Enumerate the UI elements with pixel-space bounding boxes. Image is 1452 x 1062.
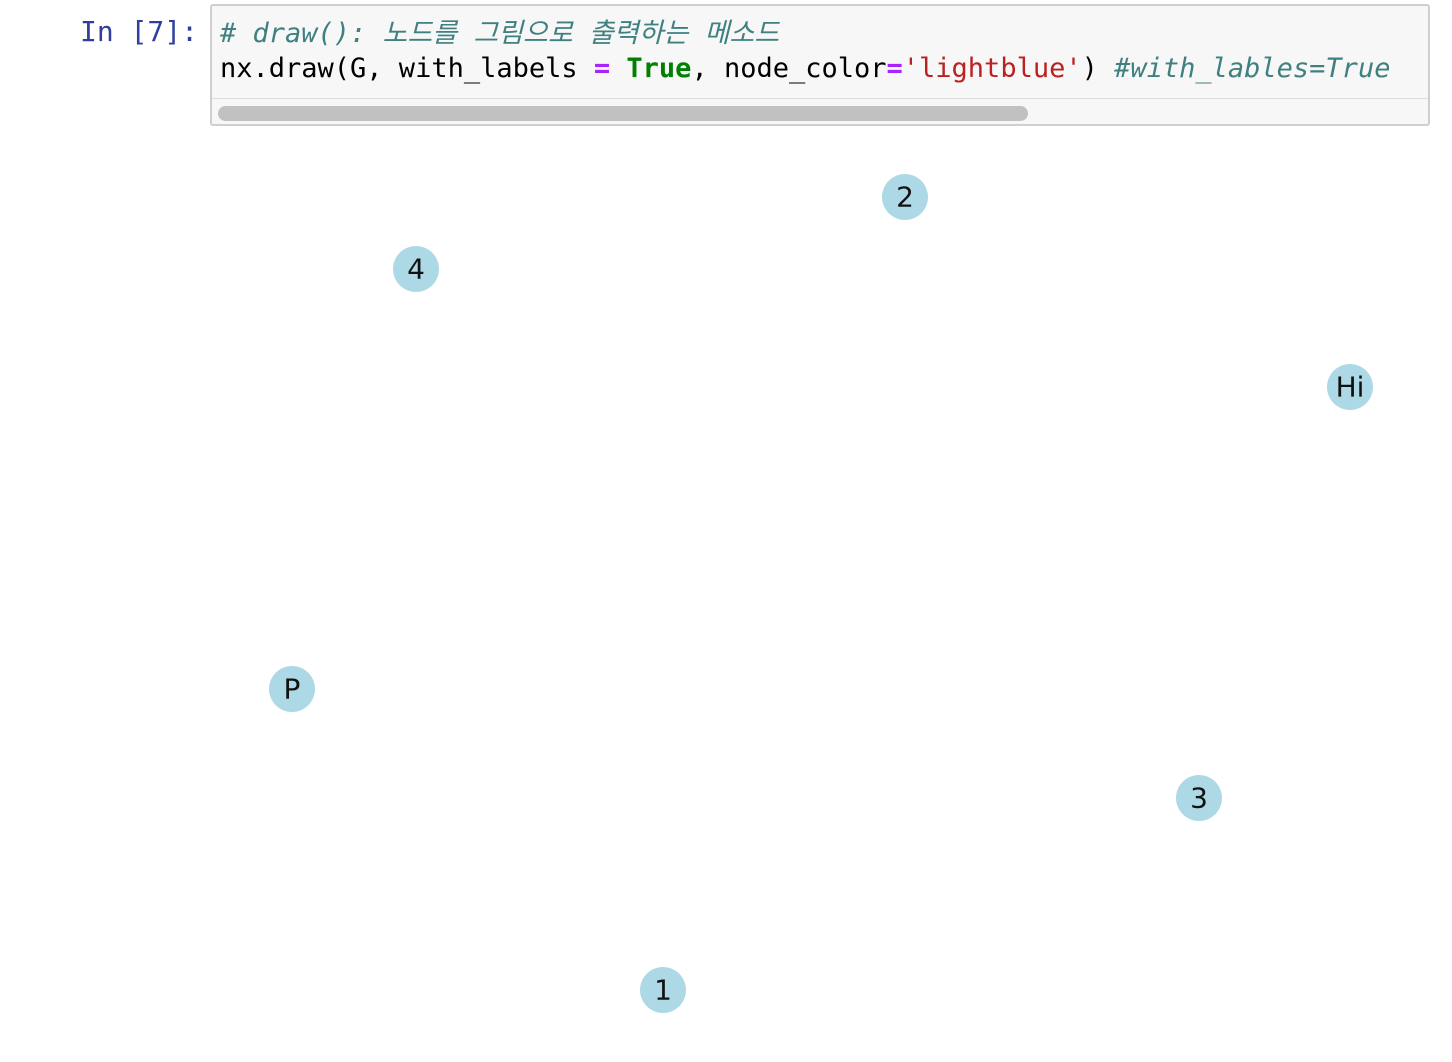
code-line-1: # draw(): 노드를 그림으로 출력하는 메소드 [220,17,779,51]
code-text: ) [1081,53,1115,84]
graph-node-label: 4 [407,253,425,286]
code-text: nx.draw(G, with_labels [220,53,594,84]
code-comment: #with_lables=True [1114,53,1391,84]
graph-node-label: P [284,673,301,706]
graph-node: 1 [640,967,686,1013]
graph-node: 2 [882,174,928,220]
input-prompt: In [7]: [80,15,199,48]
code-string: 'lightblue' [902,53,1082,84]
code-keyword: True [626,53,692,84]
graph-node-label: 3 [1190,782,1208,815]
code-operator: = [886,53,903,84]
graph-plot: 2 4 Hi P 3 1 [269,174,1373,1013]
cell-output: 2 4 Hi P 3 1 [0,130,1452,1062]
graph-node-label: 2 [896,181,914,214]
horizontal-scrollbar[interactable] [212,98,1428,124]
graph-node: P [269,666,315,712]
code-operator: = [593,53,611,84]
code-editor[interactable]: # draw(): 노드를 그림으로 출력하는 메소드 nx.draw(G, w… [210,4,1430,126]
scrollbar-thumb[interactable] [218,106,1028,121]
graph-node: 4 [393,246,439,292]
graph-node: 3 [1176,775,1222,821]
graph-node: Hi [1327,364,1373,410]
code-comment: # draw(): 노드를 그림으로 출력하는 메소드 [220,18,780,49]
code-line-2: nx.draw(G, with_labels = True, node_colo… [220,52,1390,86]
notebook-cell: In [7]: # draw(): 노드를 그림으로 출력하는 메소드 nx.d… [0,0,1452,1062]
graph-node-label: 1 [654,974,672,1007]
graph-node-label: Hi [1336,371,1365,404]
code-text: , node_color [691,53,887,84]
